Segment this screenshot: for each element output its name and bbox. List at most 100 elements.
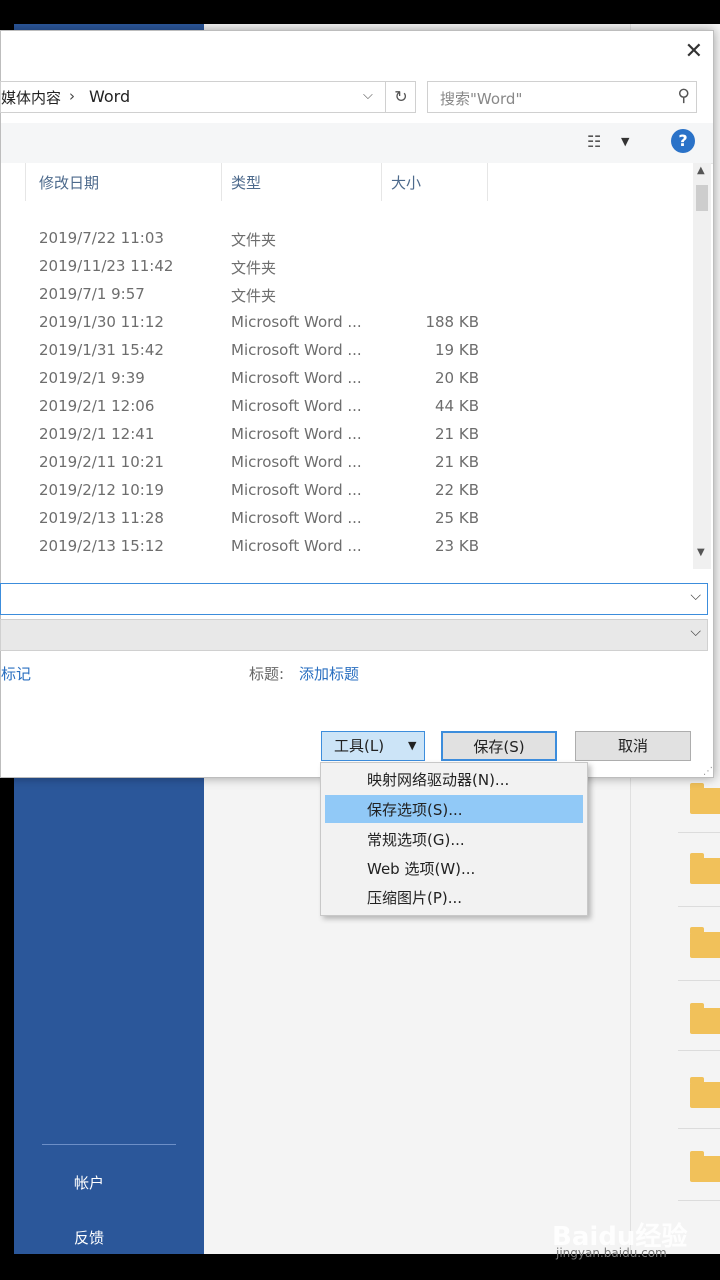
- menu-item-map-network-drive[interactable]: 映射网络驱动器(N)...: [325, 765, 583, 793]
- table-row[interactable]: 2019/1/30 11:12 Microsoft Word ... 188 KB: [1, 309, 693, 337]
- breadcrumb-parent[interactable]: 媒体内容: [1, 87, 61, 108]
- save-as-dialog: ✕ 媒体内容 › Word ⌵ ↻ 搜索"Word" ⚲ ☷ ▼ ? 修改日期 …: [0, 30, 714, 778]
- cell-size: 23 KB: [435, 537, 479, 555]
- resize-grip-icon[interactable]: ⋰: [703, 766, 713, 777]
- table-row[interactable]: 2019/2/11 10:21 Microsoft Word ... 21 KB: [1, 449, 693, 477]
- cell-date: 2019/2/12 10:19: [39, 481, 164, 499]
- cell-type: Microsoft Word ...: [231, 509, 362, 527]
- search-input[interactable]: 搜索"Word" ⚲: [427, 81, 697, 113]
- folder-icon: [690, 1077, 720, 1108]
- tags-link[interactable]: 标记: [1, 663, 31, 684]
- file-list-scrollbar[interactable]: ▲ ▼: [693, 163, 711, 569]
- cell-date: 2019/2/11 10:21: [39, 453, 164, 471]
- cell-size: 20 KB: [435, 369, 479, 387]
- breadcrumb-current[interactable]: Word: [89, 87, 130, 106]
- cell-size: 21 KB: [435, 425, 479, 443]
- file-list: 修改日期 类型 大小 2019/7/22 11:03 文件夹 2019/11/23 …: [1, 163, 693, 569]
- cell-date: 2019/11/23 11:42: [39, 257, 174, 275]
- list-divider: [678, 832, 720, 833]
- file-name-input[interactable]: ⌵: [0, 583, 708, 615]
- tools-button[interactable]: 工具(L) ▼: [321, 731, 425, 761]
- cell-type: Microsoft Word ...: [231, 341, 362, 359]
- file-type-select[interactable]: ⌵: [0, 619, 708, 651]
- view-options-icon[interactable]: ☷: [587, 132, 601, 151]
- cell-size: 22 KB: [435, 481, 479, 499]
- cell-type: 文件夹: [231, 259, 277, 277]
- sidebar-separator: [42, 1144, 176, 1145]
- menu-item-web-options[interactable]: Web 选项(W)...: [325, 854, 583, 882]
- caret-down-icon: ▼: [408, 739, 417, 752]
- cancel-button[interactable]: 取消: [575, 731, 691, 761]
- table-row[interactable]: 2019/2/1 9:39 Microsoft Word ... 20 KB: [1, 365, 693, 393]
- cell-type: Microsoft Word ...: [231, 369, 362, 387]
- table-row[interactable]: 2019/2/12 10:19 Microsoft Word ... 22 KB: [1, 477, 693, 505]
- menu-item-save-options[interactable]: 保存选项(S)...: [325, 795, 583, 823]
- column-header-date-label: 修改日期: [39, 174, 100, 192]
- column-header-type-label: 类型: [231, 174, 262, 192]
- search-icon[interactable]: ⚲: [678, 86, 690, 106]
- list-divider: [678, 1200, 720, 1201]
- cell-type: Microsoft Word ...: [231, 537, 362, 555]
- chevron-down-icon[interactable]: ⌵: [690, 624, 701, 640]
- cell-size: 21 KB: [435, 453, 479, 471]
- column-header-date[interactable]: 修改日期: [25, 163, 222, 201]
- table-row[interactable]: 2019/2/13 11:28 Microsoft Word ... 25 KB: [1, 505, 693, 533]
- folder-icon: [690, 927, 720, 958]
- cell-type: Microsoft Word ...: [231, 397, 362, 415]
- cell-type: Microsoft Word ...: [231, 453, 362, 471]
- caret-down-icon[interactable]: ▼: [621, 135, 629, 148]
- cell-date: 2019/2/13 15:12: [39, 537, 164, 555]
- scroll-down-icon[interactable]: ▼: [697, 547, 705, 558]
- menu-item-general-options[interactable]: 常规选项(G)...: [325, 825, 583, 853]
- cell-date: 2019/2/1 9:39: [39, 369, 145, 387]
- table-row[interactable]: 2019/2/1 12:06 Microsoft Word ... 44 KB: [1, 393, 693, 421]
- menu-item-label: 保存选项(S)...: [367, 801, 463, 819]
- cell-size: 44 KB: [435, 397, 479, 415]
- column-header-name[interactable]: [1, 163, 26, 201]
- cell-date: 2019/2/13 11:28: [39, 509, 164, 527]
- column-header-type[interactable]: 类型: [217, 163, 382, 201]
- cell-type: Microsoft Word ...: [231, 425, 362, 443]
- address-bar[interactable]: 媒体内容 › Word ⌵ ↻: [0, 81, 416, 113]
- help-icon[interactable]: ?: [671, 129, 695, 153]
- search-placeholder: 搜索"Word": [440, 90, 523, 108]
- list-divider: [678, 980, 720, 981]
- cell-date: 2019/2/1 12:41: [39, 425, 155, 443]
- menu-item-label: 常规选项(G)...: [367, 831, 465, 849]
- folder-icon: [690, 853, 720, 884]
- close-icon[interactable]: ✕: [685, 39, 703, 64]
- tools-menu: 映射网络驱动器(N)... 保存选项(S)... 常规选项(G)... Web …: [320, 762, 588, 916]
- cell-date: 2019/7/1 9:57: [39, 285, 145, 303]
- scrollbar-thumb[interactable]: [696, 185, 708, 211]
- cell-size: 188 KB: [425, 313, 479, 331]
- table-row[interactable]: 2019/1/31 15:42 Microsoft Word ... 19 KB: [1, 337, 693, 365]
- add-title-link[interactable]: 添加标题: [299, 663, 359, 684]
- watermark-url: jingyan.baidu.com: [556, 1246, 667, 1260]
- table-row[interactable]: 2019/2/13 15:12 Microsoft Word ... 23 KB: [1, 533, 693, 561]
- sidebar-item-feedback[interactable]: 反馈: [74, 1227, 104, 1248]
- folder-icon: [690, 783, 720, 814]
- cell-type: Microsoft Word ...: [231, 313, 362, 331]
- menu-item-label: 压缩图片(P)...: [367, 889, 463, 907]
- folder-icon: [690, 1003, 720, 1034]
- folder-icon: [690, 1151, 720, 1182]
- column-header-size[interactable]: 大小: [377, 163, 488, 201]
- sidebar-item-account[interactable]: 帐户: [74, 1172, 104, 1193]
- table-row[interactable]: 2019/11/23 11:42 文件夹: [1, 253, 693, 281]
- table-row[interactable]: 2019/7/22 11:03 文件夹: [1, 225, 693, 253]
- column-header-size-label: 大小: [391, 174, 422, 192]
- tools-button-label: 工具(L): [334, 737, 385, 755]
- scroll-up-icon[interactable]: ▲: [697, 165, 705, 176]
- chevron-down-icon[interactable]: ⌵: [690, 588, 701, 604]
- menu-item-compress-pictures[interactable]: 压缩图片(P)...: [325, 883, 583, 911]
- refresh-icon[interactable]: ↻: [385, 82, 416, 112]
- table-row[interactable]: 2019/7/1 9:57 文件夹: [1, 281, 693, 309]
- save-button[interactable]: 保存(S): [441, 731, 557, 761]
- cell-type: Microsoft Word ...: [231, 481, 362, 499]
- menu-item-label: Web 选项(W)...: [367, 860, 476, 878]
- list-divider: [678, 1050, 720, 1051]
- chevron-down-icon[interactable]: ⌵: [363, 88, 373, 103]
- cell-date: 2019/7/22 11:03: [39, 229, 164, 247]
- menu-item-label: 映射网络驱动器(N)...: [367, 771, 510, 789]
- table-row[interactable]: 2019/2/1 12:41 Microsoft Word ... 21 KB: [1, 421, 693, 449]
